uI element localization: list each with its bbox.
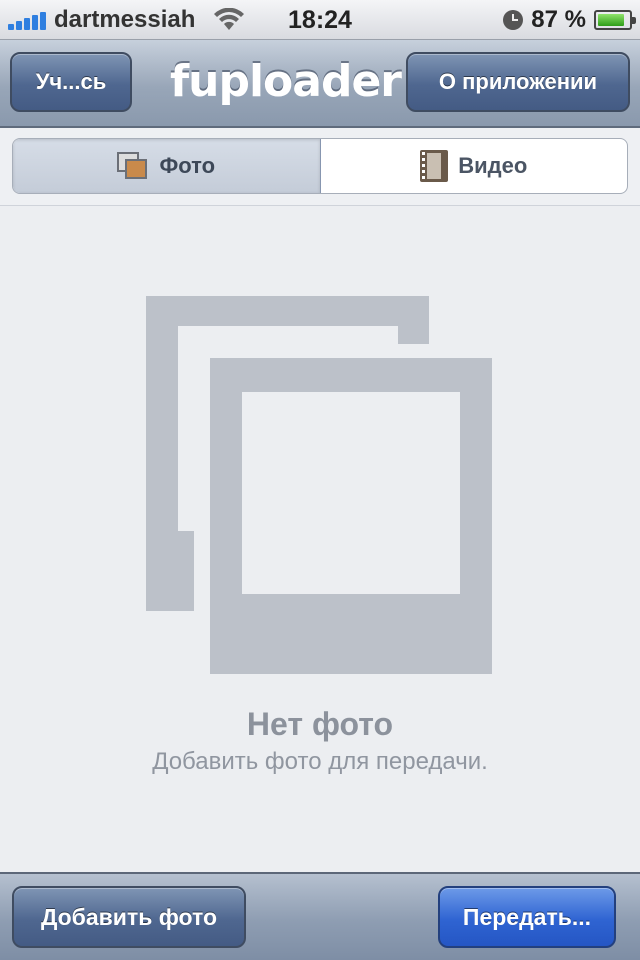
film-icon — [420, 150, 449, 182]
about-button[interactable]: О приложении — [406, 52, 630, 112]
no-photos-icon — [146, 296, 492, 674]
media-segmented-control: Фото Видео — [12, 138, 628, 194]
photo-list-area: Нет фото Добавить фото для передачи. — [0, 206, 640, 872]
tab-video-label: Видео — [458, 153, 528, 178]
app-logo: fuploader — [170, 56, 402, 107]
carrier-name: dartmessiah — [54, 5, 196, 33]
nav-bar: Уч...сь fuploader О приложении — [0, 40, 640, 128]
signal-icon — [8, 10, 46, 30]
empty-title: Нет фото — [246, 706, 394, 742]
battery-icon — [594, 10, 636, 30]
tab-photo[interactable]: Фото — [13, 139, 321, 193]
photo-icon — [117, 152, 149, 180]
empty-subtitle: Добавить фото для передачи. — [152, 748, 488, 775]
status-bar: dartmessiah 18:24 87 % — [0, 0, 640, 40]
wifi-icon — [213, 7, 245, 32]
tab-photo-label: Фото — [159, 153, 216, 178]
battery-fill — [598, 14, 625, 26]
segment-area: Фото Видео — [0, 128, 640, 206]
battery-percent: 87 % — [531, 6, 586, 33]
add-photo-button[interactable]: Добавить фото — [12, 886, 246, 948]
back-button[interactable]: Уч...сь — [10, 52, 132, 112]
tab-video[interactable]: Видео — [321, 139, 628, 193]
clock-icon — [503, 10, 524, 30]
bottom-toolbar: Добавить фото Передать... — [0, 872, 640, 960]
send-button[interactable]: Передать... — [438, 886, 616, 948]
status-right: 87 % — [503, 6, 636, 34]
